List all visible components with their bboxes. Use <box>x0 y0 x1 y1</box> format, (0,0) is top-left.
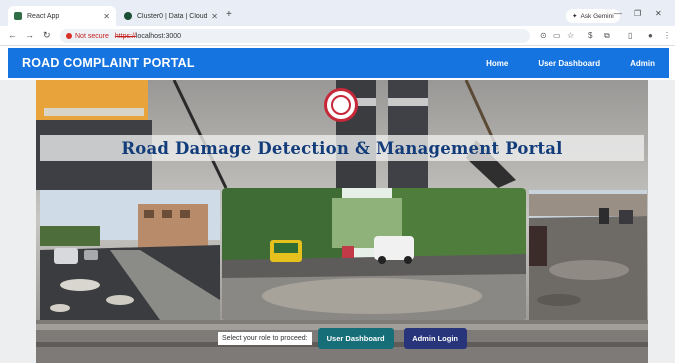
url-protocol: https:// <box>114 32 136 40</box>
wet-road-image <box>529 190 647 320</box>
hero-section: Road Damage Detection & Management Porta… <box>36 80 648 363</box>
emblem-inner-ring <box>331 95 351 115</box>
mongodb-favicon-icon <box>124 12 132 20</box>
sparkle-icon: ✦ <box>572 13 578 20</box>
hero-title-band: Road Damage Detection & Management Porta… <box>40 135 644 161</box>
page-gutter-right <box>648 80 675 363</box>
forward-icon[interactable]: → <box>25 30 34 40</box>
user-dashboard-button[interactable]: User Dashboard <box>317 327 394 349</box>
nav-link-admin[interactable]: Admin <box>630 59 655 68</box>
browser-tab-title: Cluster0 | Data | Cloud: MongoD <box>137 12 208 20</box>
address-bar[interactable]: Not secure https:// localhost:3000 <box>60 29 530 43</box>
road-photo-right <box>529 190 647 320</box>
extension-dollar-icon[interactable]: $ <box>588 31 592 40</box>
bookmark-star-icon[interactable]: ☆ <box>567 31 574 40</box>
not-secure-icon <box>66 33 72 39</box>
browser-tab-title: React App <box>27 12 60 20</box>
navbar-brand[interactable]: ROAD COMPLAINT PORTAL <box>22 56 195 70</box>
location-icon[interactable]: ⊙ <box>540 31 547 40</box>
browser-toolbar: ← → ↻ Not secure https:// localhost:3000… <box>0 26 675 46</box>
browser-tab-mongodb[interactable]: Cluster0 | Data | Cloud: MongoD ✕ <box>118 6 224 26</box>
page-title: Road Damage Detection & Management Porta… <box>121 138 563 158</box>
sidebar-icon[interactable]: ▯ <box>628 31 632 40</box>
new-tab-button[interactable]: + <box>226 9 232 20</box>
road-photo-left <box>40 190 220 320</box>
nav-link-home[interactable]: Home <box>486 59 508 68</box>
role-selection: Select your role to proceed: User Dashbo… <box>218 327 477 349</box>
minimize-icon[interactable]: — <box>614 9 622 18</box>
pothole-road-image <box>222 188 526 320</box>
reload-icon[interactable]: ↻ <box>43 30 51 41</box>
menu-kebab-icon[interactable]: ⋮ <box>663 31 671 40</box>
page-gutter-left <box>0 80 36 363</box>
extensions-icon[interactable]: ⧉ <box>604 31 610 41</box>
react-favicon-icon <box>14 12 22 20</box>
cast-icon[interactable]: ▭ <box>553 31 561 40</box>
ask-gemini-label: Ask Gemini <box>580 12 614 20</box>
back-icon[interactable]: ← <box>8 30 17 40</box>
close-icon[interactable]: ✕ <box>211 12 218 21</box>
maximize-icon[interactable]: ❐ <box>634 9 641 18</box>
close-icon[interactable]: ✕ <box>103 12 110 21</box>
app-navbar: ROAD COMPLAINT PORTAL Home User Dashboar… <box>8 48 669 78</box>
url-host: localhost:3000 <box>135 32 182 40</box>
browser-tab-strip: React App ✕ Cluster0 | Data | Cloud: Mon… <box>0 0 675 26</box>
window-close-icon[interactable]: ✕ <box>655 9 662 18</box>
navbar-links: Home User Dashboard Admin <box>456 48 655 78</box>
role-prompt: Select your role to proceed: <box>218 331 312 345</box>
road-photo-center <box>222 188 526 320</box>
state-emblem-icon <box>324 88 358 122</box>
ask-gemini-button[interactable]: ✦ Ask Gemini <box>566 9 620 23</box>
profile-avatar-icon[interactable]: ● <box>648 31 653 40</box>
browser-tab-react-app[interactable]: React App ✕ <box>8 6 116 26</box>
not-secure-label: Not secure <box>75 32 109 40</box>
road-damage-image <box>40 190 220 320</box>
nav-link-user-dashboard[interactable]: User Dashboard <box>538 59 600 68</box>
admin-login-button[interactable]: Admin Login <box>403 327 467 349</box>
